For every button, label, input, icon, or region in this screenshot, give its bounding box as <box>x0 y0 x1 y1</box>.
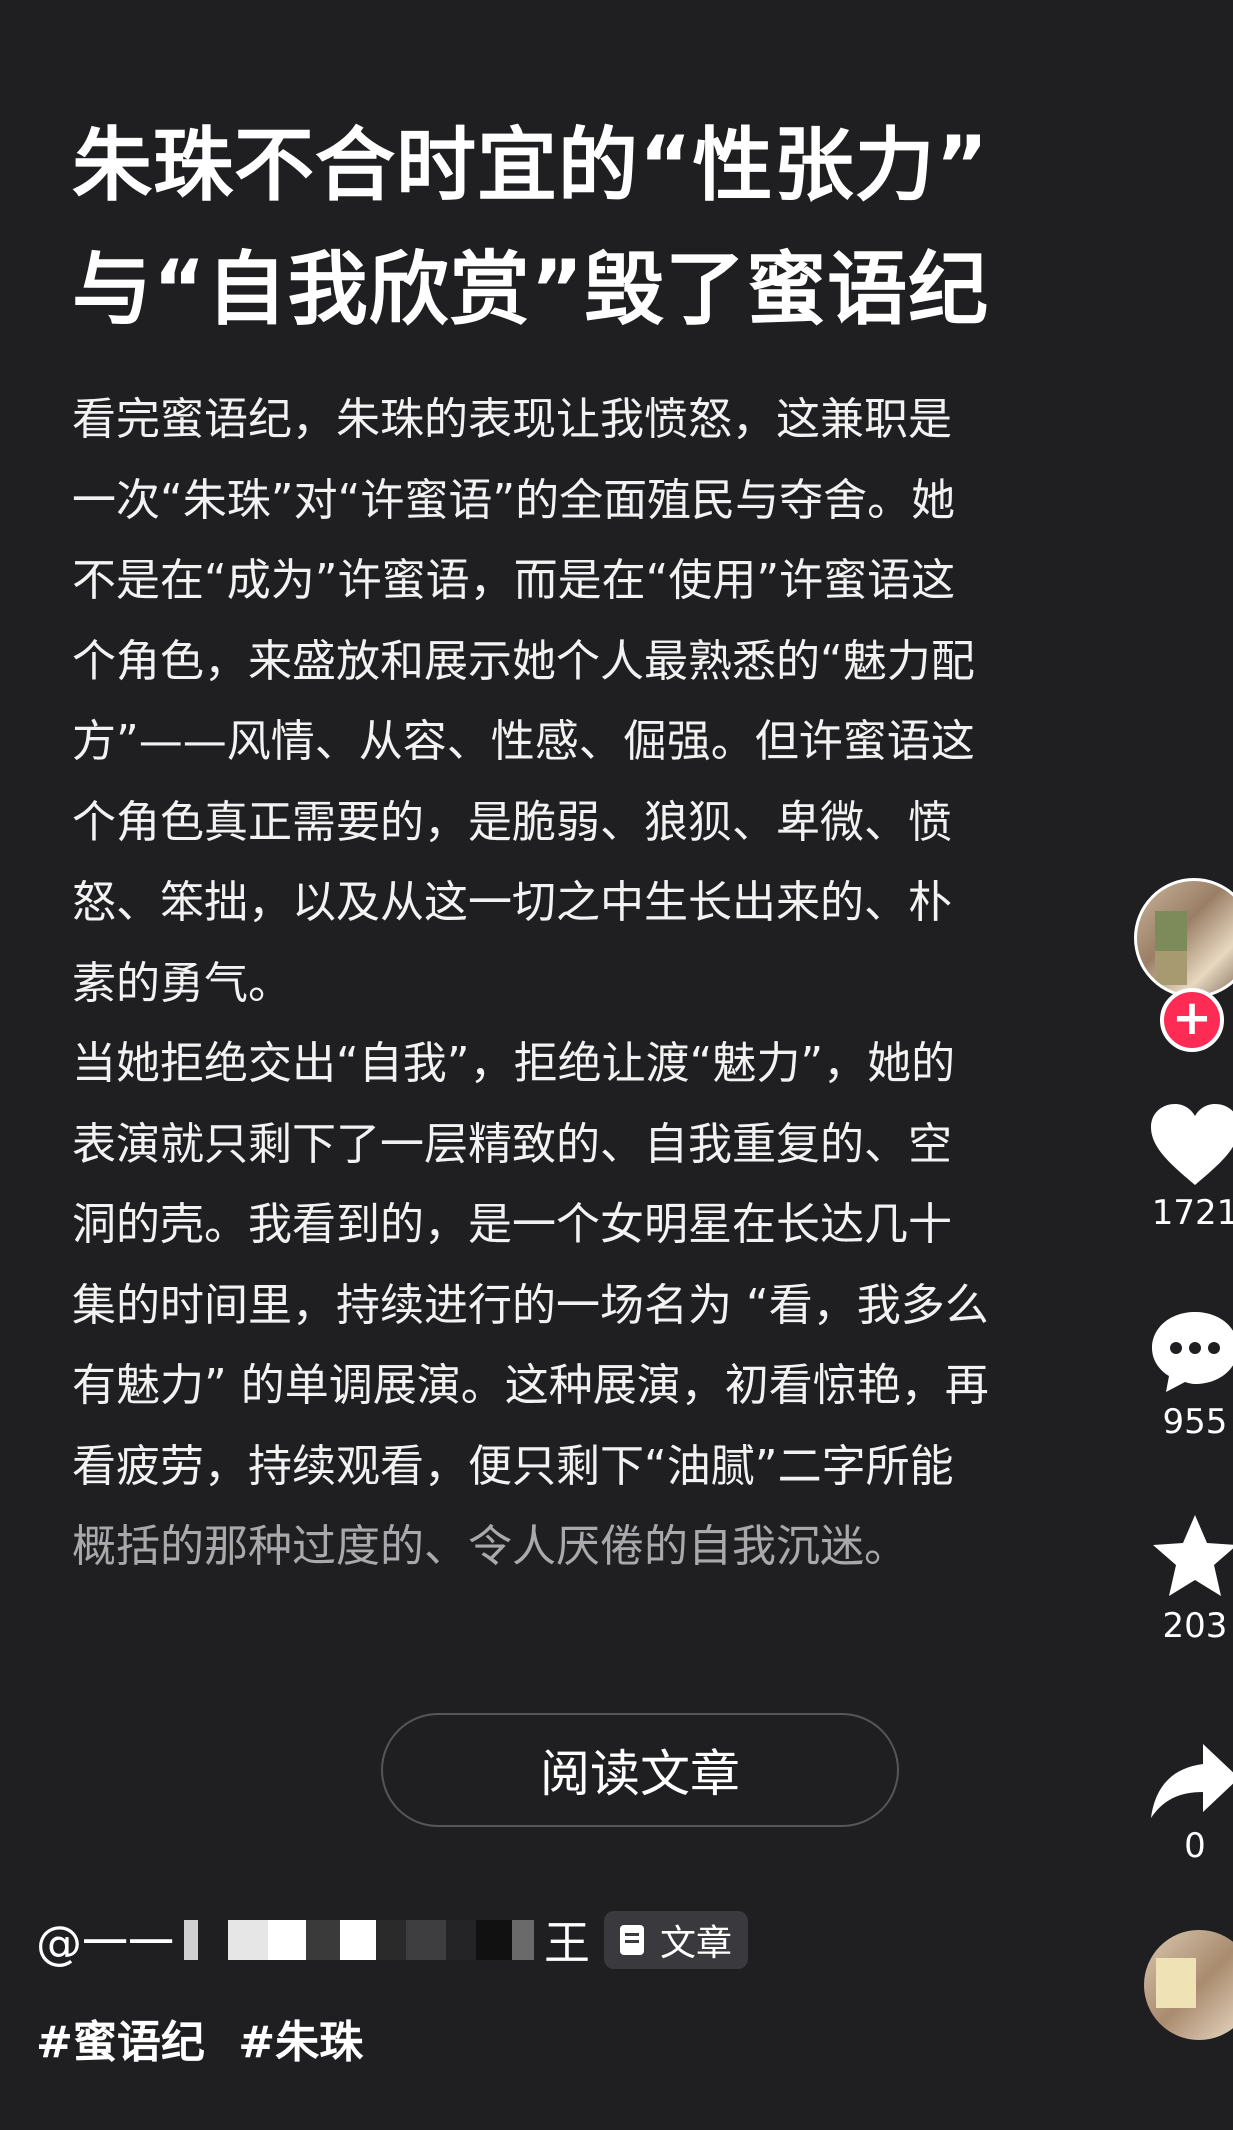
body-line: 当她拒绝交出“自我”，拒绝让渡“魅力”，她的 <box>72 1038 956 1089</box>
body-line: 方”——风情、从容、性感、倔强。但许蜜语这 <box>72 716 975 767</box>
read-article-button[interactable]: 阅读文章 <box>381 1713 899 1827</box>
body-line: 有魅力” 的单调展演。这种展演，初看惊艳，再 <box>72 1360 989 1411</box>
hashtag[interactable]: #蜜语纪 <box>36 2017 205 2068</box>
author-handle-prefix[interactable]: @一一 <box>36 1907 174 1973</box>
follow-plus-button[interactable]: + <box>1160 988 1224 1052</box>
article-title: 朱珠不合时宜的“性张力” 与“自我欣赏”毁了蜜语纪 <box>72 104 1072 352</box>
chip-label: 文章 <box>660 1923 733 1964</box>
body-line: 个角色真正需要的，是脆弱、狼狈、卑微、愤 <box>72 796 952 848</box>
like-button[interactable]: 1721 <box>1130 1103 1233 1233</box>
creator-avatar[interactable] <box>1134 878 1233 998</box>
body-line: 集的时间里，持续进行的一场名为 “看，我多么 <box>72 1279 989 1331</box>
body-line: 一次“朱珠”对“许蜜语”的全面殖民与夺舍。她 <box>72 474 956 526</box>
title-line: 朱珠不合时宜的“性张力” <box>72 119 990 212</box>
share-arrow-icon <box>1151 1744 1233 1818</box>
body-line: 怒、笨拙，以及从这一切之中生长出来的、朴 <box>72 877 952 928</box>
hashtags: #蜜语纪 #朱珠 <box>36 2006 381 2070</box>
body-line: 素的勇气。 <box>72 957 292 1009</box>
body-line: 看完蜜语纪，朱珠的表现让我愤怒，这兼职是 <box>72 394 952 445</box>
redacted-mosaic <box>184 1916 534 1964</box>
share-button[interactable]: 0 <box>1130 1740 1233 1866</box>
star-icon <box>1153 1515 1233 1596</box>
author-handle-suffix[interactable]: 王 <box>544 1907 590 1973</box>
share-count: 0 <box>1184 1826 1206 1866</box>
title-line: 与“自我欣赏”毁了蜜语纪 <box>72 243 990 336</box>
comment-count: 955 <box>1162 1402 1228 1442</box>
body-line: 洞的壳。我看到的，是一个女明星在长达几十 <box>72 1199 952 1250</box>
favorite-button[interactable]: 203 <box>1130 1512 1233 1646</box>
body-line: 概括的那种过度的、令人厌倦的自我沉迷。 <box>72 1521 908 1572</box>
body-line: 看疲劳，持续观看，便只剩下“油腻”二字所能 <box>72 1440 954 1492</box>
action-rail: + 1721 955 203 0 <box>1130 0 1233 2130</box>
body-line: 不是在“成为”许蜜语，而是在“使用”许蜜语这 <box>72 555 956 606</box>
heart-icon <box>1151 1104 1233 1185</box>
music-disc-avatar[interactable] <box>1144 1930 1233 2040</box>
comment-button[interactable]: 955 <box>1130 1308 1233 1442</box>
like-count: 1721 <box>1151 1193 1233 1233</box>
comment-icon <box>1152 1312 1233 1392</box>
article-body: 看完蜜语纪，朱珠的表现让我愤怒，这兼职是 一次“朱珠”对“许蜜语”的全面殖民与夺… <box>72 380 1072 1588</box>
video-page: 朱珠不合时宜的“性张力” 与“自我欣赏”毁了蜜语纪 看完蜜语纪，朱珠的表现让我愤… <box>0 0 1233 2130</box>
body-line: 表演就只剩下了一层精致的、自我重复的、空 <box>72 1118 952 1170</box>
favorite-count: 203 <box>1162 1606 1228 1646</box>
body-line: 个角色，来盛放和展示她个人最熟悉的“魅力配 <box>72 635 975 687</box>
author-row[interactable]: @一一 王 文章 <box>36 1900 749 1980</box>
document-icon <box>620 1925 644 1955</box>
hashtag[interactable]: #朱珠 <box>238 2017 363 2068</box>
article-type-chip[interactable]: 文章 <box>604 1911 749 1969</box>
